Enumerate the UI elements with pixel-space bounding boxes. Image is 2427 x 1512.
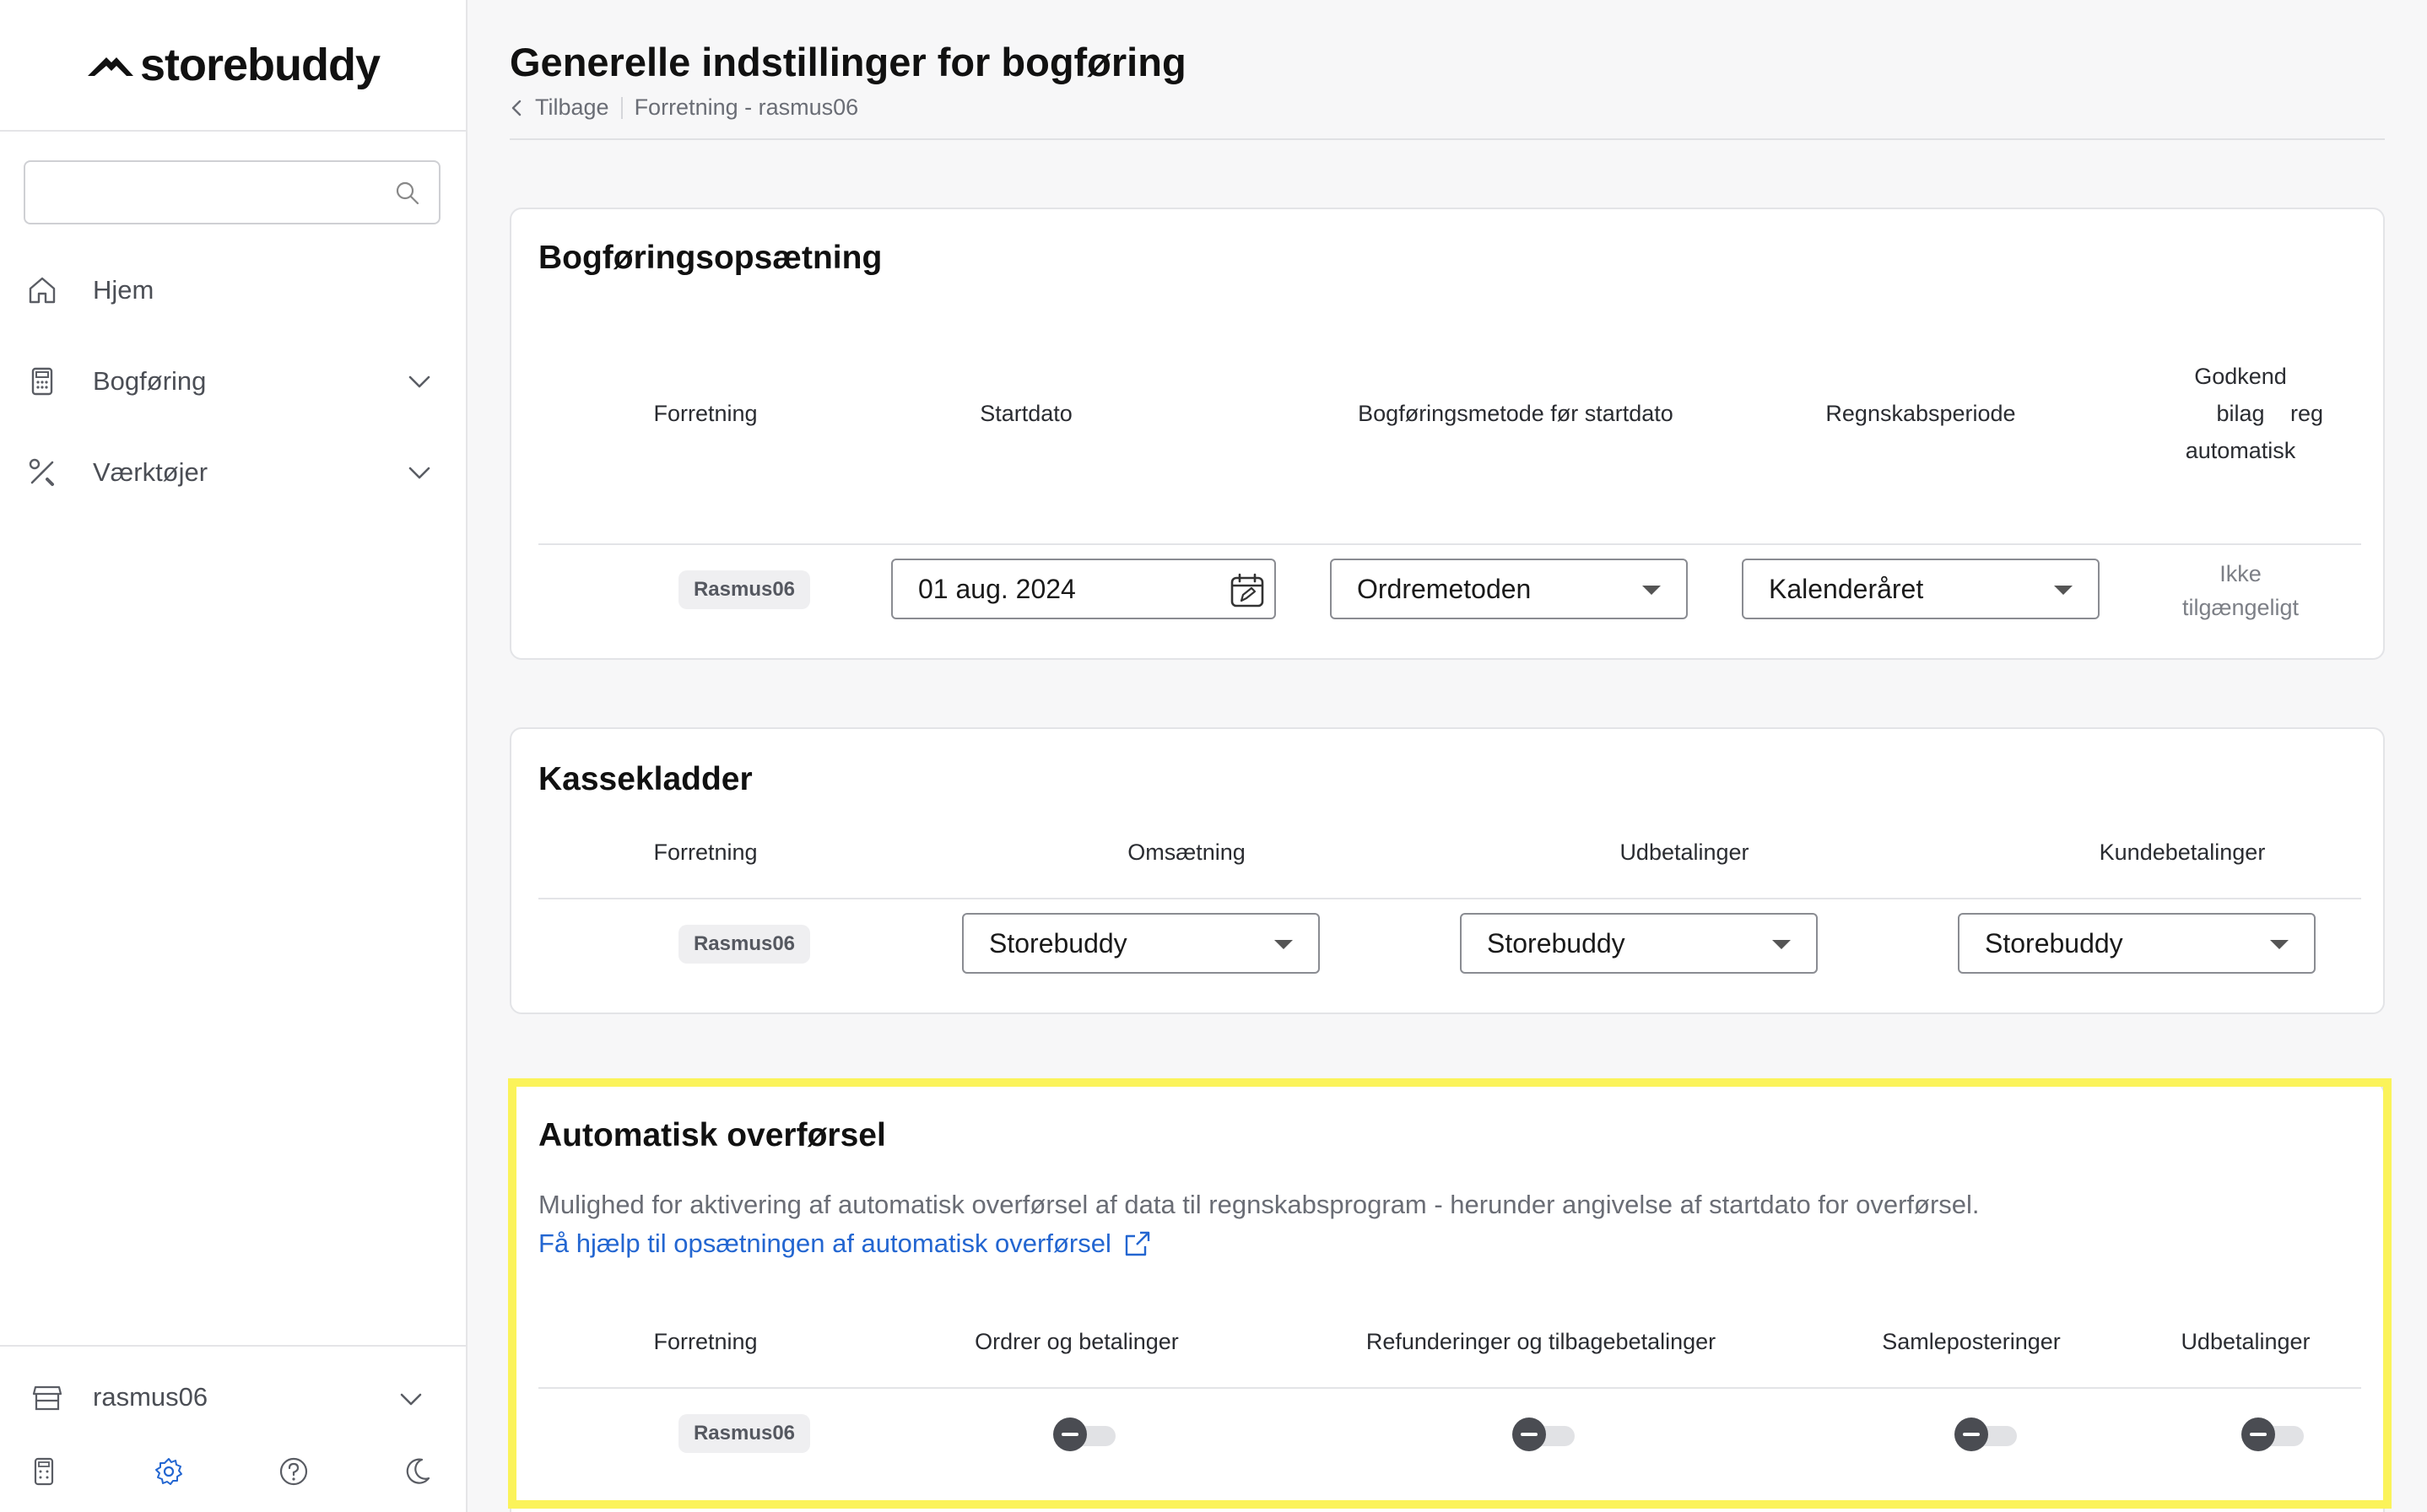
store-badge: Rasmus06 (678, 1414, 810, 1453)
sidebar-item-vaerktojer[interactable]: Værktøjer (0, 439, 466, 506)
sidebar-item-bogforing[interactable]: Bogføring (0, 348, 466, 415)
help-icon[interactable] (278, 1456, 309, 1491)
method-select[interactable]: Ordremetoden (1330, 559, 1688, 619)
period-value: Kalenderåret (1769, 573, 1924, 604)
calendar-edit-icon[interactable] (1227, 570, 1268, 611)
header-divider (510, 138, 2385, 140)
gear-icon[interactable] (154, 1456, 184, 1491)
column-header: Samleposteringer (1882, 1329, 2061, 1354)
tools-icon (29, 458, 54, 486)
row-divider (538, 543, 2361, 545)
sidebar: storebuddy Hjem Bogføring Værktøjer rasm… (0, 0, 468, 1512)
chevron-left-icon[interactable] (510, 99, 523, 117)
payouts-journal-select[interactable]: Storebuddy (1460, 913, 1818, 974)
column-header: Forretning (653, 1329, 758, 1354)
chevron-down-icon[interactable] (398, 1387, 424, 1411)
column-header: Bogføringsmetode før startdato (1358, 401, 1673, 426)
sidebar-item-home[interactable]: Hjem (0, 256, 466, 324)
payouts-transfer-toggle[interactable] (2241, 1418, 2305, 1451)
revenue-journal-value: Storebuddy (989, 927, 1127, 958)
toggle-off-icon (2241, 1418, 2275, 1451)
toggle-off-icon (1512, 1418, 1546, 1451)
collective-postings-toggle[interactable] (1954, 1418, 2019, 1451)
start-date-value: 01 aug. 2024 (918, 573, 1076, 604)
help-link[interactable]: Få hjælp til opsætningen af automatisk o… (538, 1228, 1152, 1259)
utility-icons (0, 1448, 466, 1498)
row-divider (538, 898, 2361, 899)
breadcrumb: Tilbage Forretning - rasmus06 (510, 94, 858, 121)
refunds-transfer-toggle[interactable] (1512, 1418, 1576, 1451)
column-header: Refunderinger og tilbagebetalinger (1365, 1329, 1716, 1354)
customer-payments-journal-select[interactable]: Storebuddy (1958, 913, 2316, 974)
storebuddy-logo-icon (87, 57, 133, 76)
column-header: Udbetalinger (2181, 1329, 2311, 1354)
caret-down-icon (1274, 940, 1293, 949)
sidebar-item-label: Værktøjer (93, 457, 208, 487)
toggle-off-icon (1954, 1418, 1988, 1451)
calculator-icon[interactable] (30, 1456, 57, 1491)
customer-payments-journal-value: Storebuddy (1985, 927, 2123, 958)
journals-card: Kassekladder Forretning Omsætning Udbeta… (510, 727, 2385, 1014)
brand-name: storebuddy (139, 40, 381, 90)
card-title: Kassekladder (538, 761, 753, 797)
caret-down-icon (2054, 586, 2073, 595)
method-value: Ordremetoden (1357, 573, 1532, 604)
card-description: Mulighed for aktivering af automatisk ov… (538, 1190, 1980, 1219)
page-title: Generelle indstillinger for bogføring (510, 40, 1186, 84)
column-header: reg (2290, 401, 2324, 426)
period-select[interactable]: Kalenderåret (1742, 559, 2100, 619)
external-link-icon (1125, 1231, 1150, 1256)
sidebar-search-input[interactable] (24, 160, 441, 224)
store-icon (32, 1385, 62, 1411)
sidebar-item-label: Hjem (93, 275, 154, 305)
column-header: Forretning (653, 840, 758, 865)
moon-icon[interactable] (403, 1456, 432, 1491)
sidebar-item-label: Bogføring (93, 366, 207, 396)
setup-card: Bogføringsopsætning Forretning Startdato… (510, 208, 2385, 660)
home-icon (29, 277, 56, 304)
card-title: Automatisk overførsel (538, 1117, 886, 1153)
store-name: rasmus06 (93, 1382, 208, 1412)
column-header: Udbetalinger (1619, 840, 1749, 865)
breadcrumb-separator (620, 96, 623, 119)
breadcrumb-current: Forretning - rasmus06 (634, 94, 859, 120)
caret-down-icon (2270, 940, 2289, 949)
column-header: Ordrer og betalinger (975, 1329, 1179, 1354)
calculator-icon (31, 367, 53, 396)
store-badge: Rasmus06 (678, 925, 810, 964)
store-switcher[interactable]: rasmus06 (0, 1372, 466, 1423)
store-switcher-panel: rasmus06 (0, 1345, 466, 1512)
column-header: Forretning (653, 401, 758, 426)
column-header: Regnskabsperiode (1825, 401, 2016, 426)
revenue-journal-select[interactable]: Storebuddy (962, 913, 1320, 974)
orders-transfer-toggle[interactable] (1053, 1418, 1117, 1451)
logo[interactable]: storebuddy (0, 0, 466, 132)
start-date-input[interactable]: 01 aug. 2024 (891, 559, 1276, 619)
toggle-off-icon (1053, 1418, 1087, 1451)
auto-transfer-card: Automatisk overførsel Mulighed for aktiv… (510, 1082, 2385, 1512)
payouts-journal-value: Storebuddy (1487, 927, 1625, 958)
caret-down-icon (1772, 940, 1791, 949)
chevron-down-icon[interactable] (407, 370, 432, 393)
column-header: Omsætning (1127, 840, 1246, 865)
caret-down-icon (1642, 586, 1661, 595)
main-content: Generelle indstillinger for bogføring Ti… (468, 0, 2427, 1512)
store-badge: Rasmus06 (678, 570, 810, 609)
chevron-down-icon[interactable] (407, 461, 432, 484)
column-header: Startdato (980, 401, 1073, 426)
auto-approve-status: Ikke tilgængeligt (2181, 561, 2300, 620)
back-link[interactable]: Tilbage (535, 94, 609, 121)
column-header: Kundebetalinger (2099, 840, 2266, 865)
row-divider (538, 1387, 2361, 1389)
help-link-label: Få hjælp til opsætningen af automatisk o… (538, 1228, 1111, 1258)
card-title: Bogføringsopsætning (538, 240, 883, 276)
search-icon (396, 181, 419, 205)
